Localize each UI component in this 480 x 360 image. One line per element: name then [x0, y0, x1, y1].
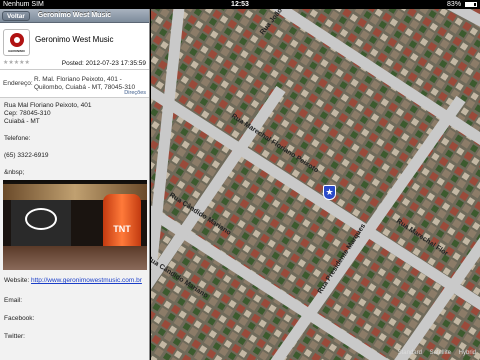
- nav-title: Geronimo West Music: [37, 12, 112, 19]
- place-logo: GERONIMO: [3, 29, 30, 56]
- venue-photo[interactable]: TNT: [3, 180, 147, 270]
- rating-stars[interactable]: ★★★★★: [3, 59, 30, 66]
- nav-bar: Voltar Geronimo West Music: [0, 9, 149, 23]
- website-label: Website:: [4, 277, 30, 284]
- details-text: Rua Mal Floriano Peixoto, 401 Cep: 78045…: [0, 98, 149, 177]
- status-bar: Nenhum SIM 12:53 83%: [0, 0, 480, 9]
- place-header: GERONIMO Geronimo West Music ★★★★★ Poste…: [0, 23, 149, 70]
- battery-indicator: 83%: [447, 0, 477, 9]
- clock: 12:53: [231, 1, 249, 8]
- website-link[interactable]: http://www.geronimowestmusic.com.br: [31, 277, 142, 284]
- battery-icon: [465, 1, 477, 7]
- logo-mark-icon: [10, 33, 24, 47]
- phone-number[interactable]: (65) 3322-6919: [4, 152, 145, 160]
- email-label: Email:: [4, 297, 23, 304]
- facebook-label: Facebook:: [4, 315, 35, 322]
- address-row[interactable]: Endereço: R. Mal. Floriano Peixoto, 401 …: [0, 70, 149, 98]
- map-mode-hybrid[interactable]: Hybrid: [459, 350, 476, 356]
- map-mode-satellite[interactable]: Satellite: [430, 350, 451, 356]
- phone-label: Telefone:: [4, 135, 31, 142]
- twitter-label: Twitter:: [4, 333, 25, 340]
- details-panel: Voltar Geronimo West Music GERONIMO Gero…: [0, 9, 150, 360]
- satellite-map[interactable]: Rua João Bento Rua Marechal Floriano Pei…: [151, 9, 480, 360]
- map-canvas: Rua João Bento Rua Marechal Floriano Pei…: [151, 9, 480, 360]
- address-label: Endereço:: [3, 80, 33, 87]
- detail-cep: Cep: 78045-310: [4, 110, 51, 117]
- place-name: Geronimo West Music: [35, 35, 114, 44]
- map-mode-switch[interactable]: Standard Satellite Hybrid: [392, 350, 476, 356]
- directions-link[interactable]: Direções: [124, 90, 146, 96]
- contact-info: Website: http://www.geronimowestmusic.co…: [0, 270, 149, 346]
- location-pin-icon[interactable]: ★: [323, 185, 336, 200]
- posted-date: Posted: 2012-07-23 17:35:59: [61, 60, 146, 67]
- tank-label: TNT: [113, 224, 131, 234]
- logo-text: GERONIMO: [8, 49, 25, 53]
- detail-street: Rua Mal Floriano Peixoto, 401: [4, 102, 92, 109]
- battery-percent: 83%: [447, 1, 462, 8]
- nbsp-text: &nbsp;: [4, 169, 25, 176]
- map-mode-standard[interactable]: Standard: [398, 350, 422, 356]
- detail-city: Cuiabá - MT: [4, 118, 40, 125]
